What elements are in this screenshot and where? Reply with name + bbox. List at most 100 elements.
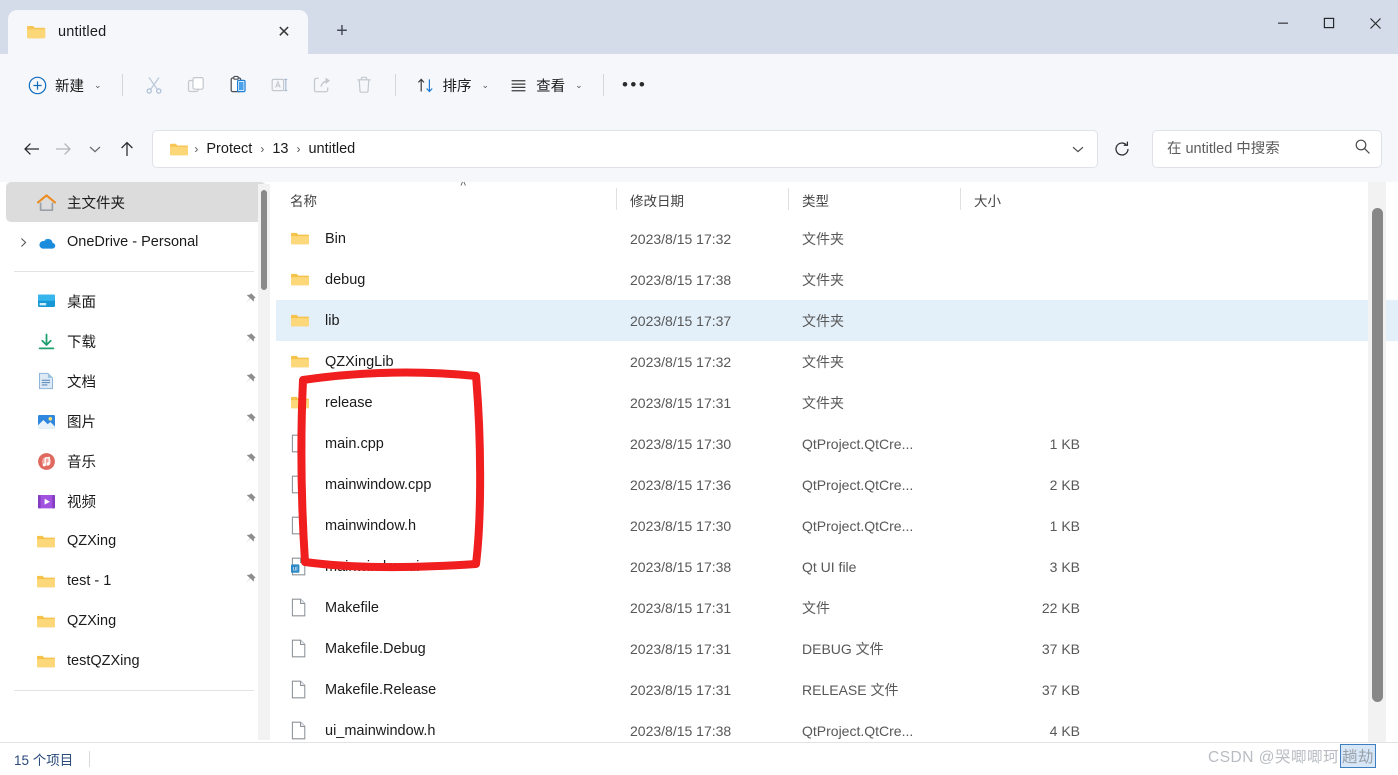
table-row[interactable]: release 2023/8/15 17:31 文件夹 <box>276 382 1398 423</box>
table-row[interactable]: ui_mainwindow.h 2023/8/15 17:38 QtProject.… <box>276 710 1398 742</box>
file-list-scrollbar-thumb[interactable] <box>1372 208 1383 702</box>
back-button[interactable] <box>16 130 48 168</box>
file-date-cell: 2023/8/15 17:31 <box>630 394 732 411</box>
share-button[interactable] <box>301 67 343 103</box>
paste-button[interactable] <box>217 67 259 103</box>
breadcrumb-item-1[interactable]: 13 <box>267 138 293 160</box>
breadcrumb-separator: › <box>194 142 199 156</box>
status-divider <box>89 751 91 767</box>
sidebar-item-label: 文档 <box>67 374 96 391</box>
file-size-cell: 4 KB <box>1049 722 1080 739</box>
status-bar: 15 个项目 <box>0 742 1398 775</box>
copy-icon <box>187 76 204 93</box>
file-date-cell: 2023/8/15 17:36 <box>630 476 732 493</box>
pin-icon[interactable] <box>240 452 258 471</box>
more-options-button[interactable]: ••• <box>614 67 656 103</box>
view-list-icon <box>511 79 526 91</box>
sidebar-item-[interactable]: 视频 <box>6 481 266 521</box>
sort-button[interactable]: 排序 ⌄ <box>406 67 500 103</box>
pin-icon[interactable] <box>240 332 258 351</box>
sort-button-label: 排序 <box>442 78 472 95</box>
column-header-name-label: 名称 <box>290 194 317 209</box>
sidebar-item-[interactable]: 音乐 <box>6 441 266 481</box>
table-row[interactable]: lib 2023/8/15 17:37 文件夹 <box>276 300 1398 341</box>
rename-button[interactable] <box>259 67 301 103</box>
sidebar-item-onedrive-personal[interactable]: OneDrive - Personal <box>6 222 266 262</box>
pin-icon[interactable] <box>240 532 258 551</box>
pin-icon[interactable] <box>240 572 258 591</box>
close-icon[interactable]: ✕ <box>270 18 298 46</box>
table-row[interactable]: Bin 2023/8/15 17:32 文件夹 <box>276 218 1398 259</box>
chevron-right-icon[interactable] <box>12 231 34 253</box>
view-button[interactable]: 查看 ⌄ <box>499 67 593 103</box>
maximize-button[interactable] <box>1306 0 1352 46</box>
ui-file-icon: ui <box>290 557 316 576</box>
new-tab-button[interactable]: + <box>322 11 362 51</box>
file-name-cell: lib <box>276 313 616 329</box>
column-header-size[interactable]: 大小 <box>960 182 1088 218</box>
pin-icon[interactable] <box>240 372 258 391</box>
documents-icon <box>34 370 58 392</box>
cut-button[interactable] <box>133 67 175 103</box>
sidebar-scrollbar-thumb[interactable] <box>261 190 267 290</box>
breadcrumb-item-2[interactable]: untitled <box>303 138 360 160</box>
sidebar-item-[interactable]: 图片 <box>6 401 266 441</box>
minimize-button[interactable] <box>1260 0 1306 46</box>
delete-button[interactable] <box>343 67 385 103</box>
refresh-button[interactable] <box>1106 130 1138 168</box>
column-header-date[interactable]: 修改日期 <box>616 182 788 218</box>
sidebar-item-label: QZXing <box>67 613 117 629</box>
onedrive-icon <box>34 231 58 253</box>
table-row[interactable]: Makefile.Debug 2023/8/15 17:31 DEBUG 文件 37 … <box>276 628 1398 669</box>
file-name-label: debug <box>325 271 366 288</box>
table-row[interactable]: mainwindow.h 2023/8/15 17:30 QtProject.QtC… <box>276 505 1398 546</box>
table-row[interactable]: Makefile 2023/8/15 17:31 文件 22 KB <box>276 587 1398 628</box>
pin-icon[interactable] <box>240 412 258 431</box>
table-row[interactable]: main.cpp 2023/8/15 17:30 QtProject.QtCre..… <box>276 423 1398 464</box>
sidebar-item-test-1[interactable]: test - 1 <box>6 561 266 601</box>
breadcrumb-separator[interactable]: › <box>257 142 267 156</box>
toolbar-divider-2 <box>394 74 396 96</box>
sidebar-item-qzxing[interactable]: QZXing <box>6 521 266 561</box>
plus-circle-icon <box>28 76 47 94</box>
file-name-label: mainwindow.ui <box>325 558 420 575</box>
up-button[interactable] <box>111 130 143 168</box>
sidebar-item-qzxing[interactable]: QZXing <box>6 601 266 641</box>
recent-locations-button[interactable] <box>79 130 111 168</box>
search-input[interactable] <box>1166 141 1354 157</box>
pin-icon[interactable] <box>240 292 258 311</box>
file-date-cell: 2023/8/15 17:38 <box>630 722 732 739</box>
breadcrumb-separator[interactable]: › <box>293 142 303 156</box>
file-type-cell: QtProject.QtCre... <box>802 476 914 493</box>
sidebar-item-[interactable]: 下载 <box>6 321 266 361</box>
sidebar-item-[interactable]: 主文件夹 <box>6 182 266 222</box>
table-row[interactable]: QZXingLib 2023/8/15 17:32 文件夹 <box>276 341 1398 382</box>
table-row[interactable]: Makefile.Release 2023/8/15 17:31 RELEASE 文… <box>276 669 1398 710</box>
file-type-cell: 文件夹 <box>802 353 844 370</box>
table-row[interactable]: mainwindow.cpp 2023/8/15 17:36 QtProject.Q… <box>276 464 1398 505</box>
sidebar-item-label: testQZXing <box>67 653 140 669</box>
paste-icon <box>230 75 246 93</box>
sidebar-item-label: 音乐 <box>67 454 96 471</box>
file-size-cell: 1 KB <box>1049 435 1080 452</box>
sidebar-item-testqzxing[interactable]: testQZXing <box>6 641 266 681</box>
table-row[interactable]: debug 2023/8/15 17:38 文件夹 <box>276 259 1398 300</box>
breadcrumb-item-0[interactable]: Protect <box>201 138 257 160</box>
address-bar[interactable]: › Protect › 13 › untitled <box>152 130 1099 168</box>
search-icon[interactable] <box>1354 138 1371 160</box>
search-box[interactable] <box>1151 130 1382 168</box>
copy-button[interactable] <box>175 67 217 103</box>
column-header-name[interactable]: 名称 ˄ <box>276 182 616 218</box>
address-dropdown-button[interactable] <box>1065 136 1091 162</box>
sidebar-item-[interactable]: 桌面 <box>6 281 266 321</box>
file-explorer-window: untitled ✕ + 新建 ⌄ 排序 ⌄ 查看 ⌄ ••• › Protec… <box>0 0 1398 775</box>
pin-icon[interactable] <box>240 492 258 511</box>
close-button[interactable] <box>1352 0 1398 46</box>
new-button[interactable]: 新建 ⌄ <box>18 67 112 103</box>
table-row[interactable]: ui mainwindow.ui 2023/8/15 17:38 Qt UI file… <box>276 546 1398 587</box>
sidebar-item-[interactable]: 文档 <box>6 361 266 401</box>
column-header-type[interactable]: 类型 <box>788 182 960 218</box>
tab-untitled[interactable]: untitled ✕ <box>8 10 308 54</box>
forward-button[interactable] <box>48 130 80 168</box>
